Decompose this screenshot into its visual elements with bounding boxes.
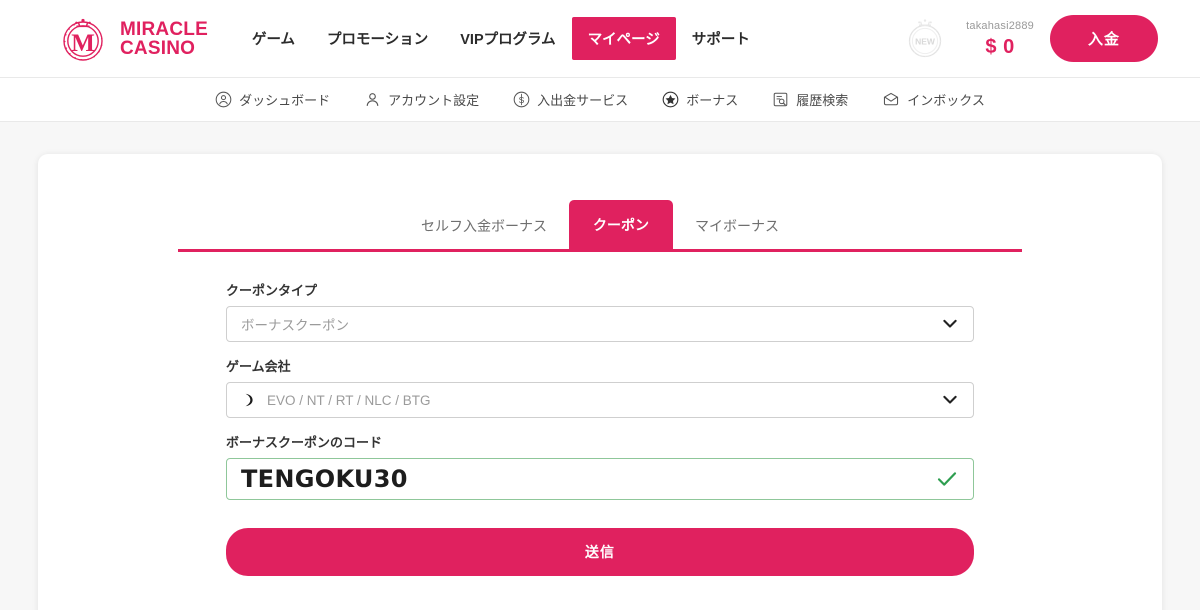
coupon-form: クーポンタイプ ボーナスクーポン ゲーム会社 EVO / NT / RT / N…	[226, 280, 974, 500]
coupon-type-value: ボーナスクーポン	[241, 318, 349, 333]
bonus-tabs: セルフ入金ボーナス クーポン マイボーナス	[38, 200, 1162, 249]
brand-logo[interactable]: M MIRACLE CASINO	[55, 11, 208, 67]
nav-item-my-page[interactable]: マイページ	[571, 17, 676, 60]
chevron-down-icon	[943, 319, 957, 328]
coupon-code-value: TENGOKU30	[241, 465, 408, 493]
site-header: M MIRACLE CASINO ゲーム プロモーション VIPプログラム マイ…	[0, 0, 1200, 78]
page-body: セルフ入金ボーナス クーポン マイボーナス クーポンタイプ ボーナスクーポン ゲ…	[0, 122, 1200, 610]
nav-item-vip-program[interactable]: VIPプログラム	[444, 17, 571, 60]
subnav-label: ダッシュボード	[239, 93, 331, 108]
rank-badge-label: NEW	[915, 36, 936, 46]
field-coupon-type: クーポンタイプ ボーナスクーポン	[226, 280, 974, 342]
tab-underline	[178, 249, 1022, 252]
user-circle-icon	[215, 91, 232, 108]
coupon-code-label: ボーナスクーポンのコード	[226, 435, 383, 450]
tab-self-deposit-bonus[interactable]: セルフ入金ボーナス	[399, 203, 569, 249]
rank-badge-new-icon: NEW	[908, 18, 942, 57]
coupon-code-input[interactable]: TENGOKU30	[226, 458, 974, 500]
person-icon	[366, 93, 379, 106]
bonus-card: セルフ入金ボーナス クーポン マイボーナス クーポンタイプ ボーナスクーポン ゲ…	[38, 154, 1162, 610]
subnav-item-deposit-withdraw[interactable]: S 入出金サービス	[513, 90, 628, 109]
subnav-label: アカウント設定	[388, 93, 480, 108]
nav-item-support[interactable]: サポート	[676, 17, 766, 60]
subnav-item-account-settings[interactable]: アカウント設定	[364, 90, 479, 109]
envelope-icon	[884, 92, 899, 106]
rank-badge: NEW	[900, 14, 950, 64]
game-company-label: ゲーム会社	[226, 359, 291, 374]
game-company-value: EVO / NT / RT / NLC / BTG	[267, 392, 431, 408]
svg-text:M: M	[71, 30, 95, 57]
brand-wordmark: MIRACLE CASINO	[120, 20, 208, 58]
subnav-label: 履歴検索	[796, 93, 849, 108]
brand-line-1: MIRACLE	[120, 18, 208, 40]
crescent-mark-icon	[245, 393, 253, 407]
header-account-area: NEW takahasi2889 $ 0 入金	[900, 14, 1158, 64]
subnav-item-inbox[interactable]: インボックス	[882, 90, 985, 109]
tab-my-bonus[interactable]: マイボーナス	[673, 203, 801, 249]
subnav-item-history-search[interactable]: 履歴検索	[772, 90, 848, 109]
game-company-select[interactable]: EVO / NT / RT / NLC / BTG	[226, 382, 974, 418]
coupon-type-label: クーポンタイプ	[226, 283, 318, 298]
valid-check-icon	[937, 472, 957, 486]
user-balance: $ 0	[985, 35, 1015, 58]
secondary-nav: ダッシュボード アカウント設定 S 入出金サービス ボーナス 履歴	[0, 78, 1200, 122]
nav-item-games[interactable]: ゲーム	[236, 17, 311, 60]
star-circle-icon	[662, 91, 679, 108]
nav-item-promotions[interactable]: プロモーション	[311, 17, 444, 60]
subnav-label: 入出金サービス	[537, 93, 629, 108]
submit-button[interactable]: 送信	[226, 528, 974, 576]
chevron-down-icon	[943, 395, 957, 404]
brand-line-2: CASINO	[120, 37, 196, 59]
user-name: takahasi2889	[966, 19, 1034, 32]
coupon-type-select[interactable]: ボーナスクーポン	[226, 306, 974, 342]
document-search-icon	[773, 92, 788, 107]
subnav-label: インボックス	[907, 93, 985, 108]
subnav-item-bonus[interactable]: ボーナス	[662, 90, 738, 109]
primary-nav: ゲーム プロモーション VIPプログラム マイページ サポート	[236, 0, 766, 78]
field-game-company: ゲーム会社 EVO / NT / RT / NLC / BTG	[226, 356, 974, 418]
subnav-label: ボーナス	[686, 93, 739, 108]
field-coupon-code: ボーナスクーポンのコード TENGOKU30	[226, 432, 974, 500]
dollar-circle-icon: S	[513, 91, 530, 108]
subnav-item-dashboard[interactable]: ダッシュボード	[215, 90, 330, 109]
tab-coupon[interactable]: クーポン	[569, 200, 673, 249]
miracle-casino-medal-icon: M	[63, 18, 103, 61]
deposit-button[interactable]: 入金	[1049, 15, 1158, 62]
user-info[interactable]: takahasi2889 $ 0	[966, 19, 1034, 58]
